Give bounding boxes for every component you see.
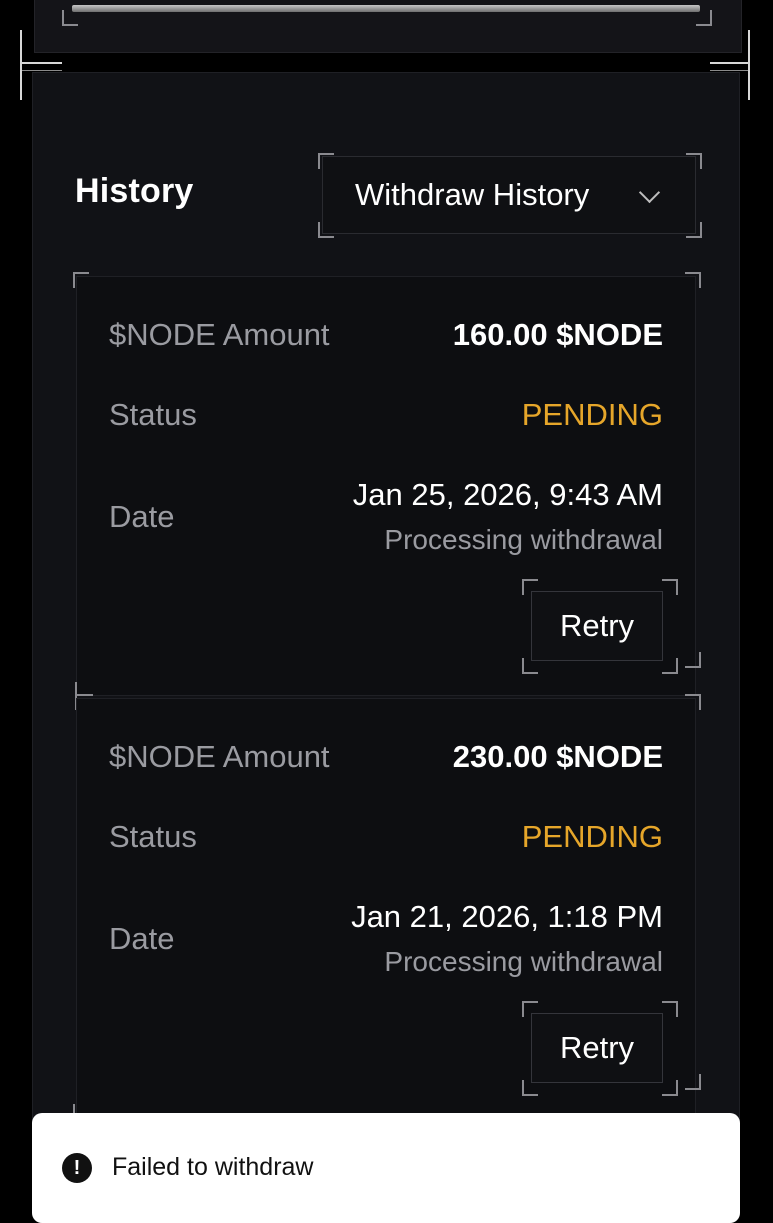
frame-marker (22, 62, 62, 64)
corner-bracket (662, 579, 678, 595)
corner-bracket (685, 1074, 701, 1090)
corner-bracket (662, 1080, 678, 1096)
frame-marker (22, 70, 62, 71)
amount-label: $NODE Amount (109, 739, 330, 774)
amount-label: $NODE Amount (109, 317, 330, 352)
toast-message: Failed to withdraw (112, 1153, 314, 1181)
corner-bracket (685, 652, 701, 668)
status-note: Processing withdrawal (384, 946, 663, 977)
frame-marker (748, 30, 750, 100)
corner-bracket (696, 10, 712, 26)
frame-marker (75, 694, 93, 696)
status-badge: PENDING (521, 819, 663, 854)
status-label: Status (109, 397, 197, 432)
retry-button[interactable]: Retry (531, 1013, 663, 1083)
date-label: Date (109, 921, 175, 956)
date-label: Date (109, 499, 175, 534)
date-value: Jan 25, 2026, 9:43 AM (352, 477, 663, 512)
corner-bracket (662, 658, 678, 674)
amount-value: 230.00 $NODE (452, 739, 663, 774)
corner-bracket (522, 579, 538, 595)
frame-marker (710, 62, 748, 64)
date-value: Jan 21, 2026, 1:18 PM (351, 899, 663, 934)
corner-bracket (662, 1001, 678, 1017)
chevron-down-icon (638, 181, 661, 204)
error-toast: ! Failed to withdraw (32, 1113, 740, 1223)
history-type-select[interactable]: Withdraw History (322, 156, 696, 234)
frame-marker (710, 70, 748, 71)
corner-bracket (62, 10, 78, 26)
amount-value: 160.00 $NODE (452, 317, 663, 352)
history-type-label: Withdraw History (355, 177, 590, 212)
retry-button[interactable]: Retry (531, 591, 663, 661)
status-badge: PENDING (521, 397, 663, 432)
corner-bracket (522, 1001, 538, 1017)
withdraw-entry-card: $NODE Amount 160.00 $NODE Status PENDING… (76, 276, 696, 696)
progress-bar (72, 5, 700, 12)
withdraw-entry-card: $NODE Amount 230.00 $NODE Status PENDING… (76, 698, 696, 1118)
corner-bracket (522, 658, 538, 674)
corner-bracket (522, 1080, 538, 1096)
status-note: Processing withdrawal (384, 524, 663, 555)
page-title: History (75, 172, 194, 210)
alert-circle-icon: ! (62, 1153, 92, 1183)
frame-marker (20, 30, 22, 100)
status-label: Status (109, 819, 197, 854)
